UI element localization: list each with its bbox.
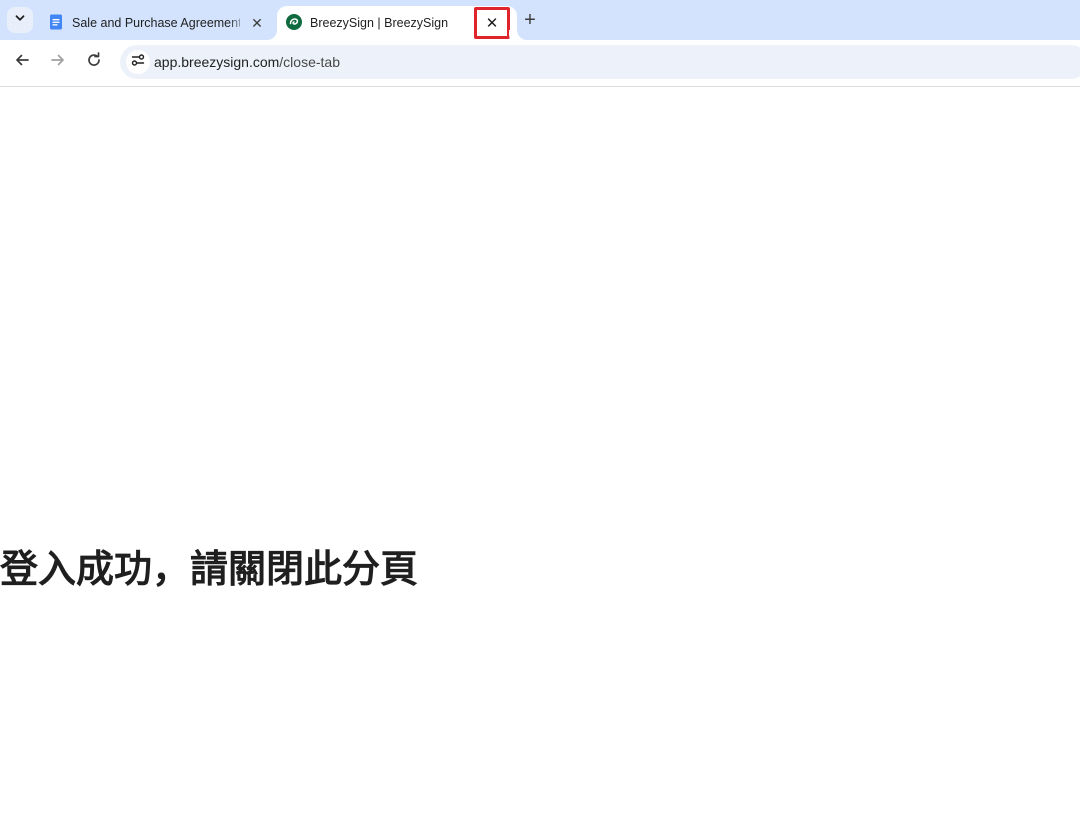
tab-title-fade: [228, 10, 248, 36]
close-tab-button[interactable]: ✕: [247, 13, 267, 33]
url-path: /close-tab: [279, 54, 340, 70]
breezysign-logo-icon: [286, 13, 302, 33]
tune-icon: [131, 53, 145, 72]
forward-button[interactable]: [44, 48, 72, 76]
tab-title: BreezySign | BreezySign: [310, 16, 449, 30]
new-tab-button[interactable]: +: [519, 9, 541, 31]
reload-button[interactable]: [80, 48, 108, 76]
tab-sale-purchase-agreement[interactable]: Sale and Purchase Agreement ✕: [40, 6, 274, 40]
tab-title: Sale and Purchase Agreement: [72, 16, 240, 30]
back-button[interactable]: [8, 48, 36, 76]
reload-icon: [86, 51, 102, 73]
site-info-button[interactable]: [126, 50, 150, 74]
arrow-right-icon: [50, 52, 66, 73]
tab-breezysign[interactable]: BreezySign | BreezySign ✕: [277, 6, 517, 40]
close-tab-button-highlighted[interactable]: ✕: [474, 7, 510, 39]
address-bar[interactable]: app.breezysign.com/close-tab: [120, 45, 1080, 79]
tab-strip: Sale and Purchase Agreement ✕ BreezySign…: [0, 0, 1080, 40]
url-text[interactable]: app.breezysign.com/close-tab: [154, 54, 340, 70]
tab-search-button[interactable]: [7, 7, 33, 33]
login-success-heading: 登入成功，請關閉此分頁: [0, 547, 419, 591]
chevron-down-icon: [14, 11, 26, 29]
browser-toolbar: app.breezysign.com/close-tab: [0, 40, 1080, 87]
arrow-left-icon: [14, 52, 30, 73]
google-docs-icon: [48, 14, 64, 33]
url-host: app.breezysign.com: [154, 54, 280, 70]
